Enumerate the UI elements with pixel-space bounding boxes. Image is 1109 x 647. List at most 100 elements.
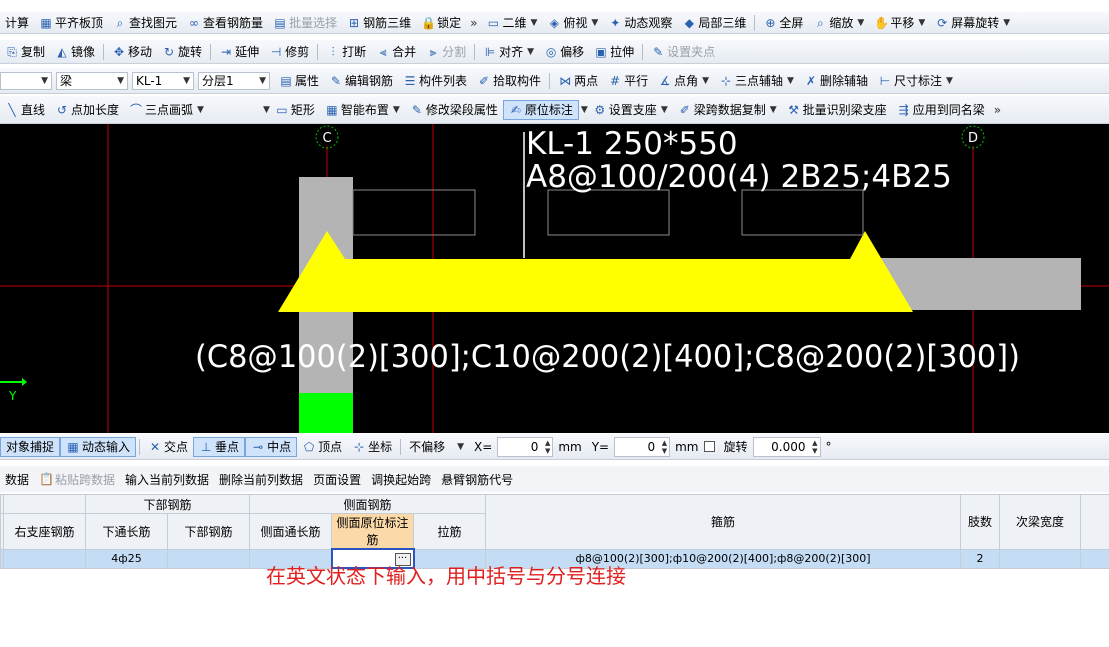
set-grip-button[interactable]: ✎ 设置夹点 xyxy=(646,42,720,62)
three-point-axis-dropdown[interactable]: ⊹ 三点辅轴 ▼ xyxy=(714,71,799,91)
point-length-button[interactable]: ↺ 点加长度 xyxy=(50,100,124,120)
snap-coordinate-toggle[interactable]: ⊹ 坐标 xyxy=(347,437,397,457)
set-support-dropdown[interactable]: ⚙ 设置支座 ▼ xyxy=(588,100,673,120)
cell-right-support[interactable] xyxy=(3,548,86,569)
chevron-down-icon[interactable]: ▼ xyxy=(581,105,588,115)
move-button[interactable]: ✥ 移动 xyxy=(107,42,157,62)
dimension-dropdown[interactable]: ⊢ 尺寸标注 ▼ xyxy=(873,71,958,91)
lock-button[interactable]: 🔒 锁定 xyxy=(416,13,466,33)
drawing-canvas[interactable]: C D KL-1 250*550 A8@100/200(4) 2B25;4B25… xyxy=(0,124,1109,433)
snap-intersection-toggle[interactable]: ✕ 交点 xyxy=(143,437,193,457)
chevron-down-icon[interactable]: ▼ xyxy=(263,105,270,115)
toolbar-overflow-icon[interactable]: » xyxy=(990,103,1005,117)
column-selected-segment[interactable] xyxy=(299,393,353,433)
selected-beam-kl1[interactable] xyxy=(278,231,913,312)
calc-button[interactable]: 计算 xyxy=(0,13,34,33)
cell-extra[interactable] xyxy=(1080,548,1109,569)
column-header-legs[interactable]: 肢数 xyxy=(960,494,1001,550)
column-header-tie[interactable]: 拉筋 xyxy=(413,513,487,550)
cantilever-rebar-code-button[interactable]: 悬臂钢筋代号 xyxy=(436,469,518,489)
y-coordinate-input[interactable]: 0 ▲ ▼ xyxy=(614,436,671,457)
two-point-button[interactable]: ⋈ 两点 xyxy=(553,71,603,91)
pick-element-button[interactable]: ✐ 拾取构件 xyxy=(472,71,546,91)
rotate-checkbox[interactable] xyxy=(703,441,715,452)
find-element-button[interactable]: ⌕ 查找图元 xyxy=(108,13,182,33)
copy-button[interactable]: ⎘ 复制 xyxy=(0,42,50,62)
annotation-box-middle[interactable] xyxy=(547,189,670,236)
extend-button[interactable]: ⇥ 延伸 xyxy=(214,42,264,62)
column-header-bottom[interactable]: 下部钢筋 xyxy=(166,513,251,550)
break-button[interactable]: ⫶ 打断 xyxy=(321,42,371,62)
offset-mode-dropdown[interactable]: 不偏移 ▼ xyxy=(404,437,469,457)
batch-select-button[interactable]: ▤ 批量选择 xyxy=(268,13,342,33)
smart-layout-dropdown[interactable]: ▦ 智能布置 ▼ xyxy=(320,100,405,120)
split-button[interactable]: ⫸ 分割 xyxy=(421,42,471,62)
cell-bottom-through[interactable]: 4ф25 xyxy=(85,548,168,569)
edit-rebar-button[interactable]: ✎ 编辑钢筋 xyxy=(324,71,398,91)
screen-rotate-dropdown[interactable]: ⟳ 屏幕旋转 ▼ xyxy=(930,13,1015,33)
merge-button[interactable]: ⫷ 合并 xyxy=(371,42,421,62)
beam-name-label[interactable]: KL-1 250*550 xyxy=(526,126,738,162)
beam-rebar-label[interactable]: A8@100/200(4) 2B25;4B25 xyxy=(526,159,952,195)
column-header-stirrup[interactable]: 箍筋 xyxy=(485,494,962,550)
rectangle-button[interactable]: ▭ 矩形 xyxy=(270,100,320,120)
offset-button[interactable]: ◎ 偏移 xyxy=(539,42,589,62)
original-position-mark-button[interactable]: ✍ 原位标注 xyxy=(502,99,579,120)
x-coordinate-input[interactable]: 0 ▲ ▼ xyxy=(497,436,554,457)
line-button[interactable]: ╲ 直线 xyxy=(0,100,50,120)
align-dropdown[interactable]: ⊫ 对齐 ▼ xyxy=(478,42,539,62)
rotate-button[interactable]: ↻ 旋转 xyxy=(157,42,207,62)
top-view-dropdown[interactable]: ◈ 俯视 ▼ xyxy=(542,13,603,33)
swap-start-span-button[interactable]: 调换起始跨 xyxy=(366,469,436,489)
column-header-side-original[interactable]: 侧面原位标注筋 xyxy=(331,513,415,550)
snap-midpoint-toggle[interactable]: ⊸ 中点 xyxy=(245,436,298,457)
annotation-box-right[interactable] xyxy=(741,189,864,236)
trim-button[interactable]: ⊣ 修剪 xyxy=(264,42,314,62)
mirror-button[interactable]: ◭ 镜像 xyxy=(50,42,100,62)
delete-axis-button[interactable]: ✗ 删除辅轴 xyxy=(799,71,873,91)
element-list-button[interactable]: ☰ 构件列表 xyxy=(398,71,472,91)
modify-beam-props-button[interactable]: ✎ 修改梁段属性 xyxy=(405,100,503,120)
rebar-3d-button[interactable]: ⊞ 钢筋三维 xyxy=(342,13,416,33)
paste-span-data-button[interactable]: 📋 粘贴跨数据 xyxy=(34,469,120,489)
layer-select[interactable]: 分层1 ▼ xyxy=(198,71,270,90)
three-point-arc-dropdown[interactable]: ⌒ 三点画弧 ▼ xyxy=(124,100,209,120)
toolbar-overflow-icon[interactable]: » xyxy=(466,16,481,30)
local-3d-button[interactable]: ◆ 局部三维 xyxy=(677,13,751,33)
input-current-column-button[interactable]: 输入当前列数据 xyxy=(120,469,214,489)
stretch-button[interactable]: ▣ 拉伸 xyxy=(589,42,639,62)
align-slab-top-button[interactable]: ▦ 平齐板顶 xyxy=(34,13,108,33)
snap-perpendicular-toggle[interactable]: ⊥ 垂点 xyxy=(193,436,246,457)
properties-button[interactable]: ▤ 属性 xyxy=(274,71,324,91)
spinner-icon[interactable]: ▲ ▼ xyxy=(812,439,817,455)
dynamic-view-button[interactable]: ✦ 动态观察 xyxy=(603,13,677,33)
element-type-select[interactable]: 梁 ▼ xyxy=(56,71,128,90)
cell-legs[interactable]: 2 xyxy=(960,548,1001,569)
view-2d-dropdown[interactable]: ▭ 二维 ▼ xyxy=(481,13,542,33)
span-data-copy-dropdown[interactable]: ✐ 梁跨数据复制 ▼ xyxy=(673,100,782,120)
fullscreen-button[interactable]: ⊕ 全屏 xyxy=(758,13,808,33)
element-name-select[interactable]: KL-1 ▼ xyxy=(132,71,194,90)
parallel-button[interactable]: # 平行 xyxy=(603,71,653,91)
floor-type-select[interactable]: ▼ xyxy=(0,71,52,90)
column-header-right-support[interactable]: 右支座钢筋 xyxy=(3,513,86,550)
point-angle-dropdown[interactable]: ∡ 点角 ▼ xyxy=(653,71,714,91)
rotate-angle-input[interactable]: 0.000 ▲ ▼ xyxy=(752,436,821,457)
column-header-bottom-through[interactable]: 下通长筋 xyxy=(85,513,168,550)
view-rebar-qty-button[interactable]: ∞ 查看钢筋量 xyxy=(182,13,268,33)
apply-same-name-button[interactable]: ⇶ 应用到同名梁 xyxy=(892,100,990,120)
annotation-box-left[interactable] xyxy=(352,189,476,236)
column-header-secondary-width[interactable]: 次梁宽度 xyxy=(999,494,1082,550)
side-rebar-annotation[interactable]: (C8@100(2)[300];C10@200(2)[400];C8@200(2… xyxy=(195,339,1020,375)
zoom-dropdown[interactable]: ⌕ 缩放 ▼ xyxy=(808,13,869,33)
data-button[interactable]: 数据 xyxy=(0,469,34,489)
pan-dropdown[interactable]: ✋ 平移 ▼ xyxy=(869,13,930,33)
spinner-icon[interactable]: ▲ ▼ xyxy=(545,439,550,455)
batch-recognize-support-button[interactable]: ⚒ 批量识别梁支座 xyxy=(782,100,892,120)
column-header-side-through[interactable]: 侧面通长筋 xyxy=(249,513,333,550)
dynamic-input-toggle[interactable]: ▦ 动态输入 xyxy=(60,436,137,457)
delete-current-column-button[interactable]: 删除当前列数据 xyxy=(214,469,308,489)
spinner-icon[interactable]: ▲ ▼ xyxy=(662,439,667,455)
cell-bottom[interactable] xyxy=(166,548,251,569)
page-setup-button[interactable]: 页面设置 xyxy=(308,469,366,489)
